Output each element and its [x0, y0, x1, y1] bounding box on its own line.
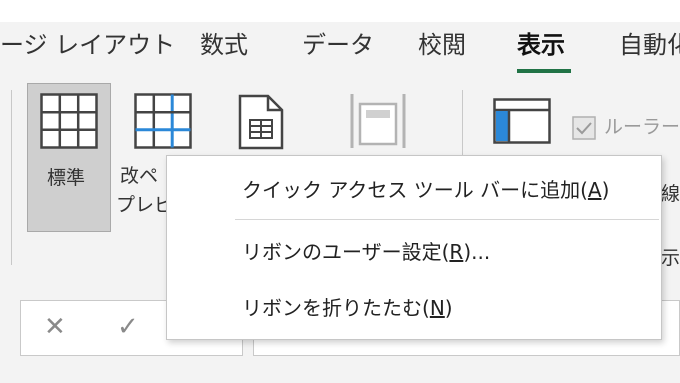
ribbon-tabs: ージ レイアウト 数式 データ 校閲 表示 自動化: [0, 22, 680, 78]
gridlines-label-partial: 線: [661, 183, 680, 205]
menu-item-suffix: )...: [463, 240, 491, 264]
enter-icon[interactable]: ✓: [117, 312, 139, 342]
tab-view[interactable]: 表示: [517, 30, 565, 60]
menu-item-customize-ribbon[interactable]: リボンのユーザー設定(R)...: [167, 230, 661, 274]
page-break-preview-icon[interactable]: [134, 93, 192, 149]
tab-automate[interactable]: 自動化: [619, 30, 680, 60]
grid-view-icon: [40, 93, 98, 149]
normal-view-label: 標準: [47, 167, 86, 189]
tab-data[interactable]: データ: [302, 30, 374, 60]
page-layout-view-icon[interactable]: [238, 94, 284, 150]
menu-item-text: リボンのユーザー設定(: [242, 240, 450, 264]
ruler-label: ルーラー: [604, 116, 680, 138]
menu-item-text: クイック アクセス ツール バーに追加(: [242, 178, 588, 202]
cancel-icon[interactable]: ✕: [44, 312, 66, 342]
menu-separator: [235, 219, 659, 220]
custom-views-icon[interactable]: [348, 92, 408, 150]
menu-item-suffix: ): [444, 296, 453, 320]
menu-item-accesskey: N: [429, 296, 445, 320]
active-tab-indicator: [517, 69, 571, 73]
menu-item-accesskey: R: [449, 240, 464, 264]
tab-review[interactable]: 校閲: [418, 30, 466, 60]
page-break-label-line1: 改ペ: [120, 165, 159, 187]
menu-item-text: リボンを折りたたむ(: [242, 296, 430, 320]
ribbon-separator: [11, 90, 12, 265]
ribbon-context-menu: クイック アクセス ツール バーに追加(A) リボンのユーザー設定(R)... …: [166, 155, 662, 340]
menu-item-accesskey: A: [587, 178, 602, 202]
ruler-checkbox[interactable]: [572, 116, 596, 140]
menu-item-suffix: ): [601, 178, 610, 202]
navigation-pane-icon[interactable]: [493, 98, 551, 144]
page-break-label-line2: プレビ: [116, 194, 174, 216]
menu-item-add-to-quick-access[interactable]: クイック アクセス ツール バーに追加(A): [167, 168, 661, 212]
tab-formulas[interactable]: 数式: [200, 30, 248, 60]
tab-page-layout[interactable]: ージ レイアウト: [0, 30, 175, 60]
title-strip: [0, 0, 680, 22]
menu-item-collapse-ribbon[interactable]: リボンを折りたたむ(N): [167, 286, 661, 330]
